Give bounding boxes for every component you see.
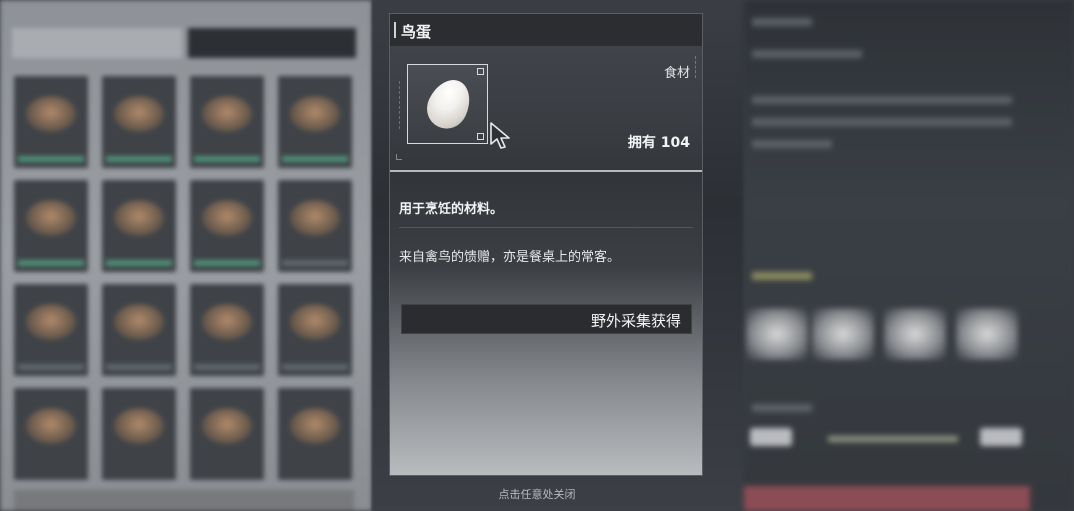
- frame-corner: [477, 68, 484, 75]
- hero-scroll-indicator: [695, 56, 698, 78]
- item-icon-frame: [399, 64, 488, 144]
- recipe-cell: [14, 180, 88, 272]
- detail-line: [752, 118, 1012, 126]
- item-hero: 食材 拥有 104: [390, 46, 702, 172]
- hero-corner-mark: [396, 154, 402, 160]
- detail-line: [752, 50, 862, 58]
- quantity-plus: [980, 428, 1022, 446]
- recipe-tab-left: [12, 28, 182, 58]
- cursor-arrow-icon: [490, 122, 510, 149]
- recipe-cell: [190, 284, 264, 376]
- recipe-cell: [102, 180, 176, 272]
- recipe-cell: [102, 284, 176, 376]
- recipe-grid-panel: [0, 0, 372, 511]
- recipe-cell: [14, 284, 88, 376]
- ingredient-slot: [956, 308, 1018, 360]
- recipe-cell: [190, 388, 264, 480]
- recipe-tab-right: [188, 28, 356, 58]
- item-detail-card: 鸟蛋 食材 拥有 104 用于烹饪的材料。 来自禽鸟的馈赠，亦是餐桌上的常客。 …: [389, 13, 703, 476]
- item-flavor-text: 来自禽鸟的馈赠，亦是餐桌上的常客。: [399, 250, 621, 265]
- recipe-cell: [190, 180, 264, 272]
- frame-ticks: [399, 81, 403, 129]
- recipe-cell: [278, 388, 352, 480]
- recipe-cell: [102, 76, 176, 168]
- recipe-cell: [190, 76, 264, 168]
- ingredient-slot: [812, 308, 874, 360]
- recipe-cell: [278, 284, 352, 376]
- recipe-tab-bar: [12, 28, 356, 58]
- recipe-cell: [14, 76, 88, 168]
- item-description: 用于烹饪的材料。: [399, 202, 504, 217]
- item-name: 鸟蛋: [401, 23, 432, 41]
- recipe-cell: [14, 388, 88, 480]
- item-category: 食材: [663, 66, 690, 81]
- ingredient-slot: [746, 308, 808, 360]
- cook-button: [744, 486, 1030, 511]
- egg-icon: [420, 72, 478, 136]
- quantity-minus: [750, 428, 792, 446]
- detail-line: [752, 18, 812, 26]
- frame-corner: [477, 133, 484, 140]
- recipe-detail-panel: [744, 0, 1074, 511]
- ingredient-slot: [884, 308, 946, 360]
- detail-line: [752, 140, 832, 148]
- item-source-label: 野外采集获得: [590, 312, 681, 330]
- quantity-slider: [828, 436, 958, 442]
- description-divider: [399, 227, 693, 228]
- recipe-cell: [102, 388, 176, 480]
- hero-divider: [390, 170, 702, 172]
- detail-line: [752, 404, 812, 412]
- recipe-filter-bar: [14, 490, 354, 511]
- recipe-cell: [278, 180, 352, 272]
- recipe-cell: [278, 76, 352, 168]
- title-accent-bar: [394, 22, 396, 38]
- card-header: 鸟蛋: [390, 14, 702, 47]
- detail-line: [752, 272, 812, 280]
- close-hint[interactable]: 点击任意处关闭: [389, 486, 685, 502]
- owned-count: 拥有 104: [627, 135, 690, 151]
- detail-line: [752, 96, 1012, 104]
- item-source-button[interactable]: 野外采集获得: [401, 304, 692, 334]
